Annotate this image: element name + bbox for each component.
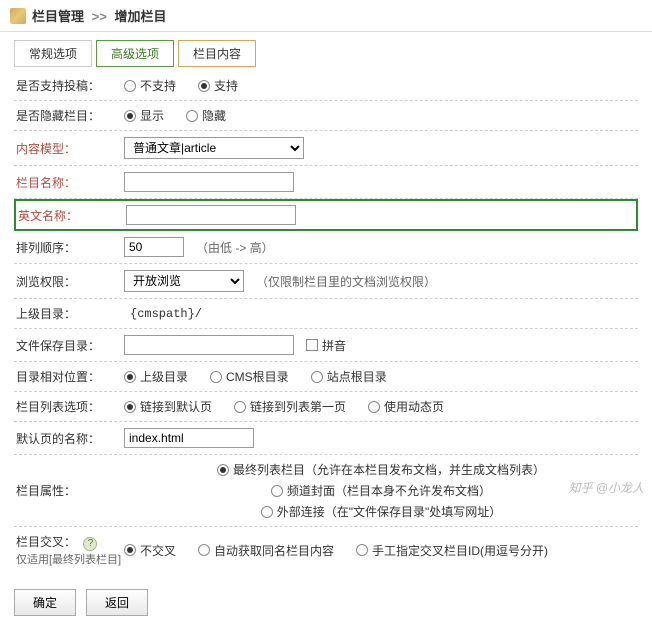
radio-hide[interactable]: 隐藏 <box>186 107 226 124</box>
label-browse: 浏览权限： <box>14 273 124 290</box>
tab-general[interactable]: 常规选项 <box>14 40 92 67</box>
input-sort[interactable] <box>124 237 184 257</box>
breadcrumb: 栏目管理 >> 增加栏目 <box>32 6 166 25</box>
row-filesave: 文件保存目录： 拼音 <box>14 329 638 362</box>
page-header: 栏目管理 >> 增加栏目 <box>0 0 652 32</box>
radio-show[interactable]: 显示 <box>124 107 164 124</box>
sub-cross: 仅适用[最终列表栏目] <box>16 554 121 566</box>
checkbox-pinyin[interactable]: 拼音 <box>306 337 346 354</box>
row-defpage: 默认页的名称： <box>14 422 638 455</box>
row-relpos: 目录相对位置： 上级目录 CMS根目录 站点根目录 <box>14 362 638 392</box>
label-sort: 排列顺序： <box>14 239 124 256</box>
radio-cross-manual[interactable]: 手工指定交叉栏目ID(用逗号分开) <box>356 542 548 559</box>
select-browse[interactable]: 开放浏览 <box>124 270 244 292</box>
label-filesave: 文件保存目录： <box>14 337 124 354</box>
radio-list-first[interactable]: 链接到列表第一页 <box>234 398 346 415</box>
row-sort: 排列顺序： （由低 -> 高） <box>14 231 638 264</box>
row-listopt: 栏目列表选项： 链接到默认页 链接到列表第一页 使用动态页 <box>14 392 638 422</box>
label-colattr: 栏目属性： <box>14 482 124 499</box>
radio-attr-cover[interactable]: 频道封面（栏目本身不允许发布文档） <box>271 482 491 499</box>
label-defpage: 默认页的名称： <box>14 430 124 447</box>
value-parent: {cmspath}/ <box>124 307 638 321</box>
radio-rel-cms[interactable]: CMS根目录 <box>210 368 289 385</box>
radio-attr-ext[interactable]: 外部连接（在"文件保存目录"处填写网址） <box>261 503 502 520</box>
row-cross: 栏目交叉： ? 仅适用[最终列表栏目] 不交叉 自动获取同名栏目内容 手工指定交… <box>14 527 638 573</box>
form-body: 是否支持投稿： 不支持 支持 是否隐藏栏目： 显示 隐藏 内容模型： 普通文章|… <box>0 67 652 581</box>
input-filesave[interactable] <box>124 335 294 355</box>
label-enname: 英文名称： <box>16 207 126 224</box>
row-colname: 栏目名称： <box>14 166 638 199</box>
radio-no-submit[interactable]: 不支持 <box>124 77 176 94</box>
breadcrumb-sep: >> <box>92 9 107 24</box>
watermark: 知乎 @小龙人 <box>568 479 644 496</box>
book-icon <box>10 8 26 24</box>
label-parent: 上级目录： <box>14 305 124 322</box>
radio-attr-list[interactable]: 最终列表栏目（允许在本栏目发布文档，并生成文档列表） <box>217 461 545 478</box>
radio-submit[interactable]: 支持 <box>198 77 238 94</box>
tab-advanced[interactable]: 高级选项 <box>96 40 174 67</box>
label-cross: 栏目交叉： ? 仅适用[最终列表栏目] <box>14 533 124 567</box>
select-model[interactable]: 普通文章|article <box>124 137 304 159</box>
label-relpos: 目录相对位置： <box>14 368 124 385</box>
breadcrumb-section[interactable]: 栏目管理 <box>32 9 84 24</box>
row-enname: 英文名称： <box>14 199 638 231</box>
label-hidden: 是否隐藏栏目： <box>14 107 124 124</box>
radio-rel-site[interactable]: 站点根目录 <box>311 368 387 385</box>
row-parent: 上级目录： {cmspath}/ <box>14 299 638 329</box>
row-submit: 是否支持投稿： 不支持 支持 <box>14 71 638 101</box>
hint-sort: （由低 -> 高） <box>196 239 274 256</box>
input-colname[interactable] <box>124 172 294 192</box>
label-model: 内容模型： <box>14 140 124 157</box>
radio-cross-auto[interactable]: 自动获取同名栏目内容 <box>198 542 334 559</box>
tab-content[interactable]: 栏目内容 <box>178 40 256 67</box>
back-button[interactable]: 返回 <box>86 589 148 616</box>
radio-list-dyn[interactable]: 使用动态页 <box>368 398 444 415</box>
row-model: 内容模型： 普通文章|article <box>14 131 638 166</box>
input-enname[interactable] <box>126 205 296 225</box>
row-hidden: 是否隐藏栏目： 显示 隐藏 <box>14 101 638 131</box>
tab-bar: 常规选项 高级选项 栏目内容 <box>0 32 652 67</box>
breadcrumb-page: 增加栏目 <box>114 9 166 24</box>
label-submit: 是否支持投稿： <box>14 77 124 94</box>
ok-button[interactable]: 确定 <box>14 589 76 616</box>
radio-rel-parent[interactable]: 上级目录 <box>124 368 188 385</box>
hint-browse: （仅限制栏目里的文档浏览权限） <box>256 273 436 290</box>
button-bar: 确定 返回 <box>0 581 652 624</box>
radio-cross-none[interactable]: 不交叉 <box>124 542 176 559</box>
row-browse: 浏览权限： 开放浏览 （仅限制栏目里的文档浏览权限） <box>14 264 638 299</box>
label-colname: 栏目名称： <box>14 174 124 191</box>
help-icon[interactable]: ? <box>83 537 97 551</box>
input-defpage[interactable] <box>124 428 254 448</box>
label-listopt: 栏目列表选项： <box>14 398 124 415</box>
radio-list-default[interactable]: 链接到默认页 <box>124 398 212 415</box>
row-colattr: 栏目属性： 最终列表栏目（允许在本栏目发布文档，并生成文档列表） 频道封面（栏目… <box>14 455 638 527</box>
